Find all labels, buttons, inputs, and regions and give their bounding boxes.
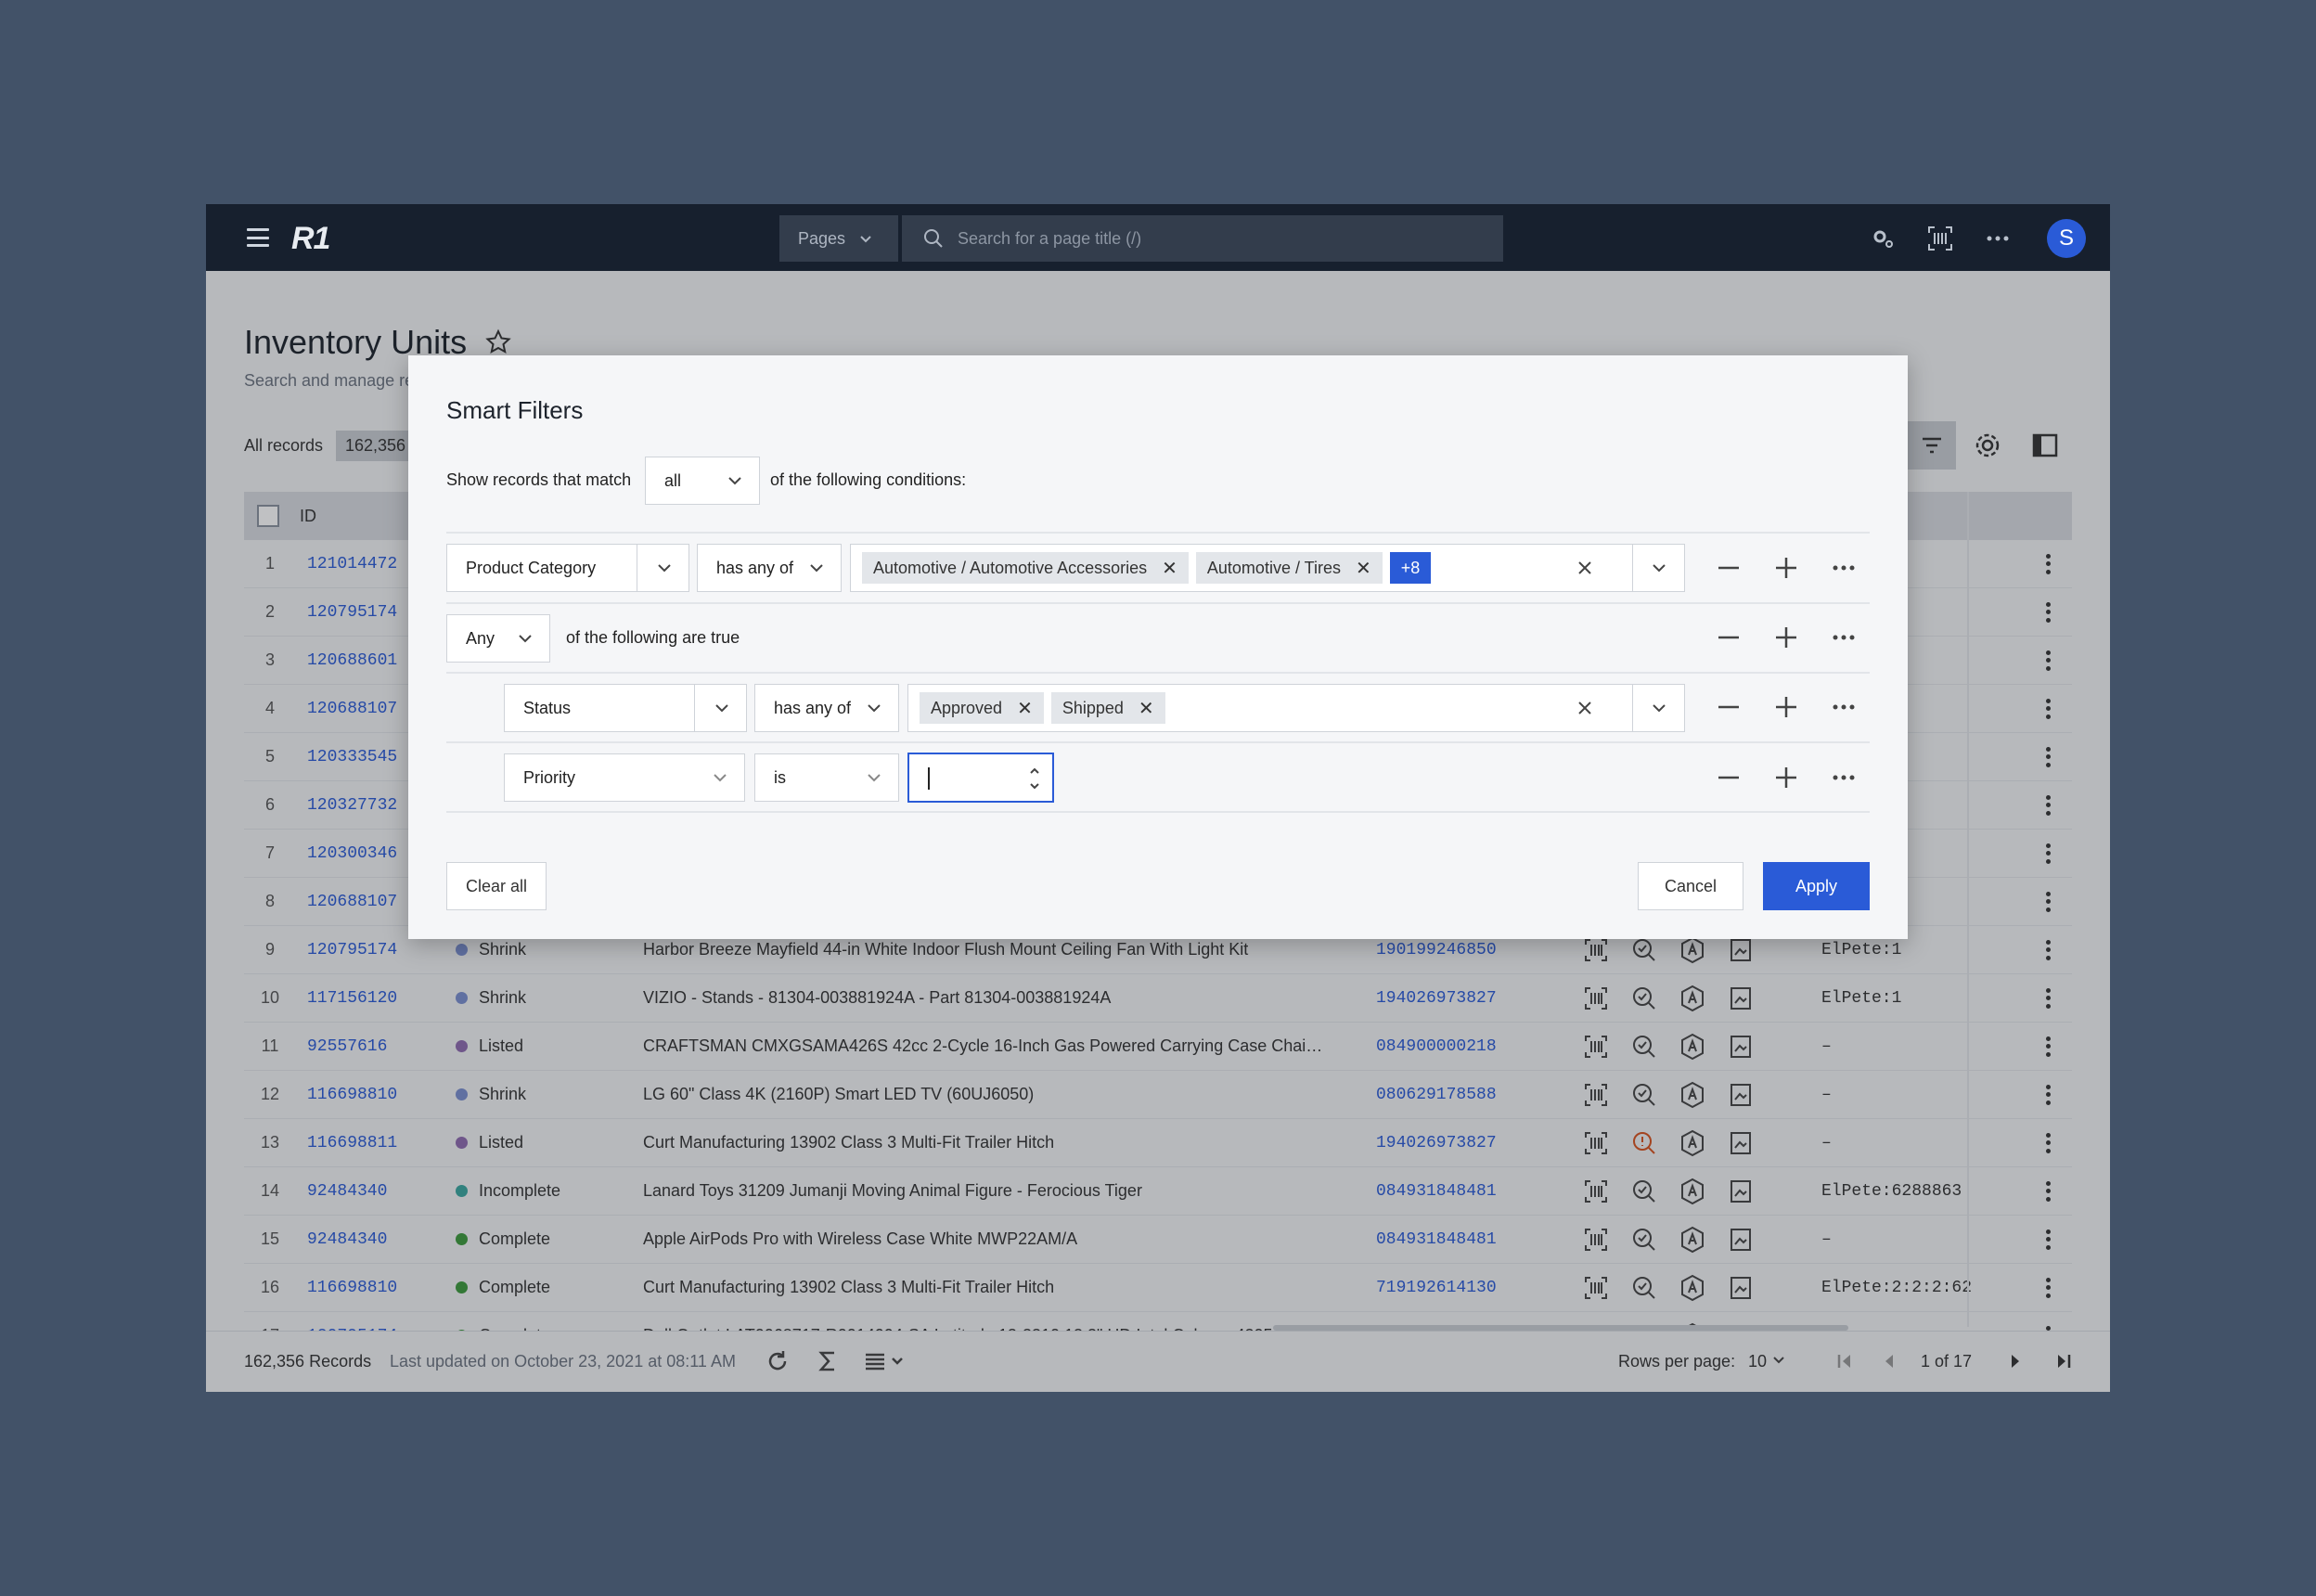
more-options-icon[interactable] [1830, 693, 1858, 721]
condition-3-field-select[interactable]: Priority [504, 753, 745, 802]
match-mode-value: all [664, 470, 682, 490]
search-icon [924, 229, 943, 248]
match-suffix: of the following conditions: [770, 470, 967, 489]
condition-1-field-toggle[interactable] [637, 545, 688, 591]
remove-condition-icon[interactable] [1715, 554, 1743, 582]
remove-group-icon[interactable] [1715, 624, 1743, 651]
add-condition-icon[interactable] [1772, 554, 1800, 582]
value-chip: Automotive / Tires ✕ [1195, 552, 1383, 584]
pages-dropdown[interactable]: Pages [779, 215, 898, 262]
user-avatar[interactable]: S [2047, 219, 2086, 258]
text-cursor [928, 767, 930, 790]
dialog-title: Smart Filters [446, 396, 584, 424]
chevron-down-icon [715, 704, 728, 713]
condition-2-values[interactable]: Approved ✕ Shipped ✕ [907, 684, 1685, 732]
chevron-down-icon [658, 564, 671, 573]
cancel-button[interactable]: Cancel [1638, 862, 1743, 910]
condition-1-operator-select[interactable]: has any of [697, 544, 842, 592]
condition-3-operator-select[interactable]: is [754, 753, 899, 802]
condition-2-field: Status [523, 698, 572, 717]
more-options-icon[interactable] [1830, 624, 1858, 651]
condition-2-field-toggle[interactable] [694, 685, 746, 731]
chevron-down-icon [868, 704, 881, 713]
add-group-condition-icon[interactable] [1772, 624, 1800, 651]
chevron-down-icon [1653, 704, 1666, 713]
condition-1-operator: has any of [716, 558, 794, 577]
chevron-down-icon [519, 635, 532, 643]
divider [446, 741, 1870, 743]
condition-1-field: Product Category [466, 558, 597, 577]
group-text: of the following are true [566, 628, 740, 647]
chevron-down-icon [810, 564, 823, 573]
condition-1-field-select[interactable]: Product Category [446, 544, 689, 592]
chevron-down-icon [714, 774, 727, 782]
remove-chip-icon[interactable]: ✕ [1162, 557, 1177, 580]
chevron-down-icon [728, 477, 741, 485]
chevron-down-icon [860, 236, 871, 243]
scan-icon[interactable] [1926, 225, 1954, 252]
value-chip: Approved ✕ [920, 692, 1044, 724]
divider [446, 532, 1870, 534]
condition-2-field-select[interactable]: Status [504, 684, 747, 732]
chip-label: Approved [931, 698, 1003, 717]
more-options-icon[interactable] [1830, 764, 1858, 792]
more-options-icon[interactable] [1830, 554, 1858, 582]
chevron-down-icon [868, 774, 881, 782]
condition-1-values-toggle[interactable] [1632, 545, 1684, 591]
condition-2-operator: has any of [774, 698, 852, 717]
clear-all-button[interactable]: Clear all [446, 862, 547, 910]
value-chip: Automotive / Automotive Accessories ✕ [862, 552, 1189, 584]
apply-button[interactable]: Apply [1763, 862, 1870, 910]
page-search[interactable] [902, 215, 1503, 262]
remove-condition-icon[interactable] [1715, 693, 1743, 721]
more-horizontal-icon[interactable] [1984, 225, 2012, 252]
remove-chip-icon[interactable]: ✕ [1139, 697, 1154, 720]
condition-1-values[interactable]: Automotive / Automotive Accessories ✕ Aut… [850, 544, 1685, 592]
remove-chip-icon[interactable]: ✕ [1356, 557, 1371, 580]
group-quantifier: Any [466, 628, 495, 648]
chip-label: Shipped [1062, 698, 1124, 717]
clear-values-icon[interactable] [1575, 558, 1595, 578]
page-search-input[interactable] [958, 228, 1477, 249]
top-navigation-bar: R1 Pages S [206, 204, 2110, 271]
settings-gears-icon[interactable] [1869, 225, 1897, 252]
priority-number-input[interactable] [907, 753, 1054, 803]
divider [446, 811, 1870, 813]
clear-values-icon[interactable] [1575, 698, 1595, 718]
more-chips-badge[interactable]: +8 [1389, 552, 1432, 584]
divider [446, 602, 1870, 604]
app-logo[interactable]: R1 [291, 221, 330, 257]
value-chip: Shipped ✕ [1050, 692, 1165, 724]
chevron-down-icon [1653, 564, 1666, 573]
smart-filters-dialog: Smart Filters Show records that match al… [408, 355, 1908, 939]
chip-label: Automotive / Automotive Accessories [873, 558, 1148, 577]
condition-3-field: Priority [523, 767, 576, 787]
condition-3-operator: is [774, 767, 786, 787]
remove-condition-icon[interactable] [1715, 764, 1743, 792]
add-condition-icon[interactable] [1772, 693, 1800, 721]
condition-2-values-toggle[interactable] [1632, 685, 1684, 731]
menu-icon[interactable] [247, 228, 269, 247]
pages-label: Pages [798, 228, 846, 248]
chip-label: Automotive / Tires [1206, 558, 1341, 577]
remove-chip-icon[interactable]: ✕ [1017, 697, 1033, 720]
match-mode-select[interactable]: all [645, 457, 760, 505]
number-spinner-icon[interactable] [1028, 764, 1041, 793]
condition-2-operator-select[interactable]: has any of [754, 684, 899, 732]
match-prefix: Show records that match [446, 470, 632, 489]
group-quantifier-select[interactable]: Any [446, 614, 550, 663]
divider [446, 672, 1870, 674]
add-condition-icon[interactable] [1772, 764, 1800, 792]
